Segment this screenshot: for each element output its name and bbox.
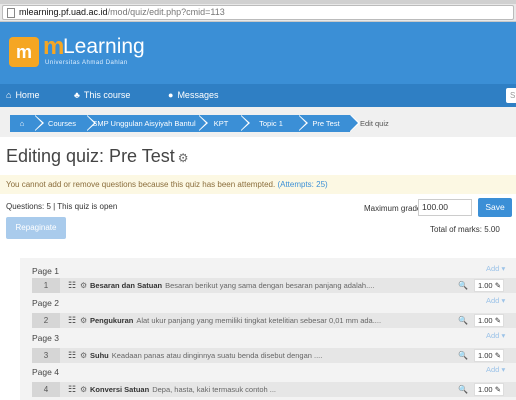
add-question-menu[interactable]: Add ▾ (486, 264, 505, 273)
max-grade-label: Maximum grade: (364, 204, 424, 213)
nav-this-course[interactable]: ♣ This course (74, 84, 130, 107)
add-label: Add (486, 264, 500, 273)
chat-icon: ● (168, 90, 174, 100)
page-heading: Page 4 (32, 367, 59, 377)
mark-value: 1.00 (478, 385, 493, 394)
save-button[interactable]: Save (478, 198, 512, 217)
page-title: Editing quiz: Pre Test ⚙ (6, 146, 189, 167)
question-row[interactable]: 3 ☷ ⚙ Suhu Keadaan panas atau dinginnya s… (32, 348, 516, 363)
search-input[interactable]: S (506, 88, 516, 103)
preview-search-icon[interactable]: 🔍 (458, 382, 468, 397)
question-number: 4 (32, 382, 60, 397)
total-marks: Total of marks: 5.00 (430, 225, 500, 234)
question-name[interactable]: Besaran dan Satuan Besaran berikut yang s… (90, 278, 374, 293)
breadcrumb-home[interactable]: ⌂ (10, 115, 44, 132)
main-navbar: ⌂ Home ♣ This course ● Messages S (0, 84, 516, 107)
edit-gear-icon[interactable]: ⚙ (80, 278, 87, 293)
add-question-menu[interactable]: Add ▾ (486, 331, 505, 340)
logo-m: m (43, 33, 64, 60)
question-text: Keadaan panas atau dinginnya suatu benda… (111, 351, 323, 360)
add-label: Add (486, 331, 500, 340)
question-text: Alat ukur panjang yang memiliki tingkat … (136, 316, 382, 325)
question-title: Suhu (90, 351, 109, 360)
edit-gear-icon[interactable]: ⚙ (80, 313, 87, 328)
add-question-menu[interactable]: Add ▾ (486, 296, 505, 305)
question-number: 2 (32, 313, 60, 328)
nav-messages[interactable]: ● Messages (168, 84, 218, 107)
edit-gear-icon[interactable]: ⚙ (80, 382, 87, 397)
question-mark[interactable]: 1.00 ✎ (474, 314, 504, 327)
page-heading: Page 3 (32, 333, 59, 343)
nav-home[interactable]: ⌂ Home (6, 84, 39, 107)
preview-search-icon[interactable]: 🔍 (458, 313, 468, 328)
browser-tab-strip (0, 0, 516, 4)
nav-messages-label: Messages (177, 90, 219, 100)
question-title: Konversi Satuan (90, 385, 150, 394)
question-title: Besaran dan Satuan (90, 281, 163, 290)
repaginate-button[interactable]: Repaginate (6, 217, 66, 239)
mark-value: 1.00 (478, 351, 493, 360)
site-header: m m Learning Universitas Ahmad Dahlan (0, 22, 516, 84)
multichoice-icon: ☷ (68, 350, 77, 360)
question-number: 3 (32, 348, 60, 363)
mark-value: 1.00 (478, 316, 493, 325)
preview-search-icon[interactable]: 🔍 (458, 348, 468, 363)
page-root: mlearning.pf.uad.ac.id/mod/quiz/edit.php… (0, 0, 516, 400)
logo-mark-icon: m (9, 37, 39, 67)
settings-gear-icon[interactable]: ⚙ (178, 151, 189, 165)
question-name[interactable]: Pengukuran Alat ukur panjang yang memilik… (90, 313, 381, 328)
nav-home-label: Home (15, 90, 40, 100)
multichoice-icon: ☷ (68, 280, 77, 290)
home-icon: ⌂ (6, 90, 12, 100)
question-mark[interactable]: 1.00 ✎ (474, 349, 504, 362)
question-list: Page 1 Add ▾ 1 ☷ ⚙ Besaran dan Satuan Bes… (20, 258, 516, 400)
multichoice-icon: ☷ (68, 315, 77, 325)
nav-this-course-label: This course (83, 90, 131, 100)
logo-subtitle: Universitas Ahmad Dahlan (45, 60, 128, 66)
warning-text: You cannot add or remove questions becau… (6, 180, 276, 189)
question-row[interactable]: 2 ☷ ⚙ Pengukuran Alat ukur panjang yang m… (32, 313, 516, 328)
page-heading: Page 1 (32, 266, 59, 276)
question-text: Besaran berikut yang sama dengan besaran… (165, 281, 375, 290)
question-row[interactable]: 1 ☷ ⚙ Besaran dan Satuan Besaran berikut … (32, 278, 516, 293)
add-question-menu[interactable]: Add ▾ (486, 365, 505, 374)
url-field[interactable]: mlearning.pf.uad.ac.id/mod/quiz/edit.php… (2, 5, 514, 20)
multichoice-icon: ☷ (68, 384, 77, 394)
home-icon: ⌂ (19, 119, 25, 128)
page-title-text: Editing quiz: Pre Test (6, 146, 175, 166)
edit-gear-icon[interactable]: ⚙ (80, 348, 87, 363)
quiz-status: Questions: 5 | This quiz is open (6, 202, 118, 211)
attempts-link[interactable]: (Attempts: 25) (277, 180, 327, 189)
question-title: Pengukuran (90, 316, 134, 325)
page-heading: Page 2 (32, 298, 59, 308)
url-path: /mod/quiz/edit.php?cmid=113 (107, 7, 225, 17)
preview-search-icon[interactable]: 🔍 (458, 278, 468, 293)
sitemap-icon: ♣ (74, 90, 80, 100)
question-name[interactable]: Suhu Keadaan panas atau dinginnya suatu b… (90, 348, 322, 363)
add-label: Add (486, 296, 500, 305)
attempts-warning: You cannot add or remove questions becau… (0, 175, 516, 194)
question-row[interactable]: 4 ☷ ⚙ Konversi Satuan Depa, hasta, kaki t… (32, 382, 516, 397)
add-label: Add (486, 365, 500, 374)
question-mark[interactable]: 1.00 ✎ (474, 279, 504, 292)
mark-value: 1.00 (478, 281, 493, 290)
browser-address-bar: mlearning.pf.uad.ac.id/mod/quiz/edit.php… (0, 0, 516, 22)
question-name[interactable]: Konversi Satuan Depa, hasta, kaki termasu… (90, 382, 276, 397)
breadcrumb-item[interactable]: SMP Unggulan Aisyiyah Bantul (82, 115, 208, 132)
logo-text: Learning (63, 35, 145, 58)
page-icon (7, 8, 15, 18)
url-host: mlearning.pf.uad.ac.id (19, 7, 108, 17)
question-number: 1 (32, 278, 60, 293)
site-logo[interactable]: m m Learning Universitas Ahmad Dahlan (9, 33, 159, 75)
question-text: Depa, hasta, kaki termasuk contoh ... (152, 385, 276, 394)
max-grade-input[interactable]: 100.00 (418, 199, 472, 216)
question-mark[interactable]: 1.00 ✎ (474, 383, 504, 396)
breadcrumb: ⌂ Courses SMP Unggulan Aisyiyah Bantul K… (0, 107, 516, 137)
